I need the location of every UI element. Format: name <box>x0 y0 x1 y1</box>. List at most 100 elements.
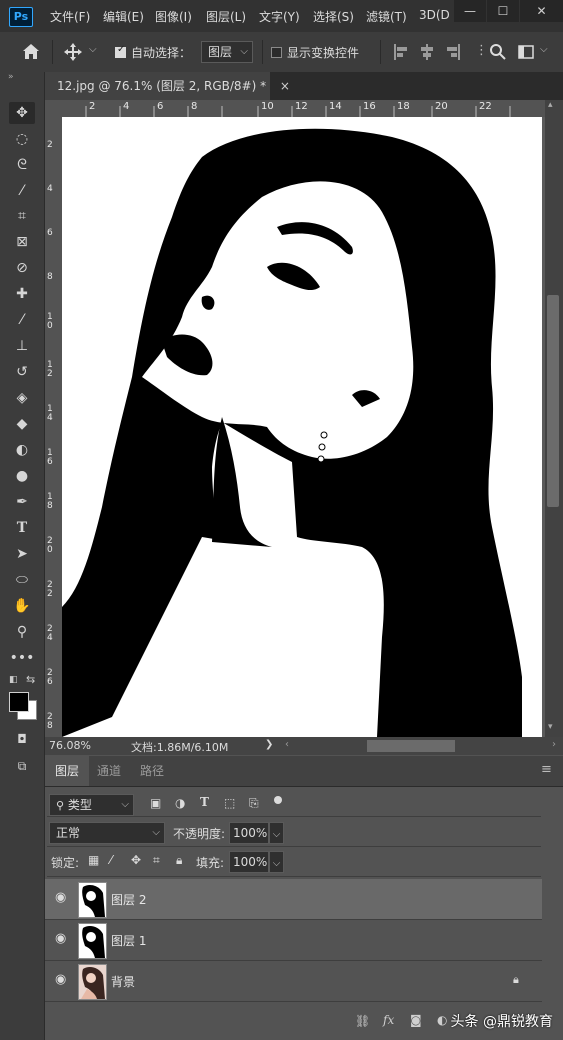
magic-wand-icon[interactable]: ⁄ <box>9 180 35 202</box>
healing-brush-icon[interactable]: ✚ <box>9 283 35 305</box>
swap-colors-icon[interactable]: ⇆ <box>26 673 35 686</box>
home-icon[interactable] <box>22 43 40 60</box>
more-options-icon[interactable]: ⋮ <box>475 43 488 58</box>
lock-all-icon[interactable]: 🔒︎ <box>176 853 182 868</box>
filter-toggle-icon[interactable] <box>274 796 282 804</box>
maximize-button[interactable]: ☐ <box>487 0 519 22</box>
menu-type[interactable]: 文字(Y) <box>259 8 300 25</box>
document-canvas[interactable] <box>62 117 542 737</box>
scroll-down-icon[interactable]: ▾ <box>548 722 553 732</box>
workspace-icon[interactable] <box>518 45 534 59</box>
close-button[interactable]: ✕ <box>520 0 563 22</box>
menu-filter[interactable]: 滤镜(T) <box>366 8 407 25</box>
align-right-icon[interactable] <box>446 44 460 60</box>
crop-tool-icon[interactable]: ⌗ <box>9 205 35 227</box>
visibility-eye-icon[interactable]: ◉ <box>55 891 71 905</box>
path-selection-icon[interactable]: ➤ <box>9 543 35 565</box>
layer-row[interactable]: ◉ 背景 🔒︎ <box>45 961 542 1002</box>
filter-shape-icon[interactable]: ⬚ <box>224 796 235 810</box>
stamp-tool-icon[interactable]: ⊥ <box>9 335 35 357</box>
eraser-tool-icon[interactable]: ◈ <box>9 387 35 409</box>
tab-channels[interactable]: 通道 <box>87 756 131 786</box>
chevron-down-icon: ⌵ <box>272 829 281 840</box>
lasso-tool-icon[interactable]: ᘓ <box>9 154 35 176</box>
pen-tool-icon[interactable]: ✒ <box>9 491 35 513</box>
eyedropper-icon[interactable]: ⊘ <box>9 257 35 279</box>
collapse-icon[interactable]: » <box>8 72 14 82</box>
align-center-icon[interactable] <box>420 44 434 60</box>
filter-smart-object-icon[interactable]: ⎘ <box>249 796 259 811</box>
filter-pixel-icon[interactable]: ▣ <box>150 796 161 810</box>
fill-dropdown[interactable]: ⌵ <box>269 851 284 873</box>
blur-tool-icon[interactable]: ◐ <box>9 439 35 461</box>
brush-tool-icon[interactable]: ⁄ <box>9 309 35 331</box>
type-tool-icon[interactable]: T <box>9 517 35 539</box>
default-colors-icon[interactable]: ◧ <box>9 675 18 685</box>
show-transform-checkbox[interactable] <box>271 47 282 58</box>
history-brush-icon[interactable]: ↺ <box>9 361 35 383</box>
blend-mode-dropdown[interactable]: 正常 ⌵ <box>49 822 165 844</box>
layer-name[interactable]: 图层 2 <box>111 891 146 908</box>
align-left-icon[interactable] <box>394 44 408 60</box>
tab-paths[interactable]: 路径 <box>130 756 174 786</box>
move-tool-icon[interactable]: ✥ <box>9 102 35 124</box>
menu-edit[interactable]: 编辑(E) <box>103 8 144 25</box>
ellipse-tool-icon[interactable]: ⬭ <box>9 569 35 591</box>
filter-type-icon[interactable]: T <box>200 795 209 809</box>
layer-row[interactable]: ◉ 图层 2 <box>45 879 542 920</box>
link-icon[interactable]: ⛓ <box>355 1014 370 1028</box>
more-tools-icon[interactable]: ••• <box>9 647 35 669</box>
opacity-dropdown[interactable]: ⌵ <box>269 822 284 844</box>
layer-name[interactable]: 图层 1 <box>111 932 146 949</box>
minimize-button[interactable]: — <box>454 0 486 22</box>
visibility-eye-icon[interactable]: ◉ <box>55 932 71 946</box>
screen-mode-icon[interactable]: ⧉ <box>9 755 35 777</box>
mask-icon[interactable]: ◙ <box>410 1013 422 1027</box>
quick-mask-icon[interactable]: ◘ <box>9 728 35 750</box>
chevron-down-icon[interactable]: ⌵ <box>540 44 548 55</box>
menu-select[interactable]: 选择(S) <box>313 8 354 25</box>
opacity-input[interactable]: 100% <box>229 822 269 844</box>
horizontal-scrollbar-thumb[interactable] <box>367 740 455 752</box>
menu-file[interactable]: 文件(F) <box>50 8 90 25</box>
zoom-tool-icon[interactable]: ⚲ <box>9 621 35 643</box>
layer-row[interactable]: ◉ 图层 1 <box>45 920 542 961</box>
paint-bucket-icon[interactable]: ◆ <box>9 413 35 435</box>
fill-input[interactable]: 100% <box>229 851 269 873</box>
lock-artboard-icon[interactable]: ⌗ <box>153 853 160 868</box>
menu-3d[interactable]: 3D(D <box>419 8 450 22</box>
dodge-tool-icon[interactable]: ● <box>9 465 35 487</box>
frame-tool-icon[interactable]: ⊠ <box>9 231 35 253</box>
auto-select-checkbox[interactable] <box>115 44 126 58</box>
lock-transparency-icon[interactable]: ▦ <box>88 853 99 867</box>
filter-adjustment-icon[interactable]: ◑ <box>175 796 185 810</box>
close-tab-icon[interactable]: × <box>280 79 290 93</box>
auto-select-label: 自动选择： <box>131 46 192 60</box>
lock-position-icon[interactable]: ✥ <box>131 853 141 867</box>
vertical-scrollbar-thumb[interactable] <box>547 295 559 507</box>
marquee-tool-icon[interactable]: ◌ <box>9 128 35 150</box>
hand-tool-icon[interactable]: ✋ <box>9 595 35 617</box>
fill-label: 填充: <box>196 856 225 870</box>
visibility-eye-icon[interactable]: ◉ <box>55 973 71 987</box>
fx-icon[interactable]: fx <box>383 1013 394 1027</box>
adjustment-icon[interactable]: ◐ <box>437 1013 447 1027</box>
chevron-down-icon[interactable]: ⌵ <box>89 44 97 55</box>
lock-pixels-icon[interactable]: ⁄ <box>110 853 112 867</box>
zoom-level[interactable]: 76.08% <box>49 739 91 752</box>
layer-name[interactable]: 背景 <box>111 973 135 990</box>
panel-menu-icon[interactable]: ≡ <box>541 762 552 777</box>
foreground-color-swatch[interactable] <box>9 692 29 712</box>
move-tool-icon[interactable] <box>64 43 82 61</box>
scroll-right-icon[interactable]: › <box>552 739 556 750</box>
tab-layers[interactable]: 图层 <box>45 756 90 786</box>
auto-select-target-dropdown[interactable]: 图层 ⌵ <box>201 41 253 63</box>
status-arrow-icon[interactable]: ❯ <box>265 739 273 750</box>
menu-image[interactable]: 图像(I) <box>155 8 192 25</box>
scroll-up-icon[interactable]: ▴ <box>548 100 553 110</box>
search-icon[interactable] <box>490 44 506 60</box>
document-tab[interactable]: 12.jpg @ 76.1% (图层 2, RGB/8#) * × <box>45 72 290 100</box>
layer-filter-dropdown[interactable]: ⚲ 类型 ⌵ <box>49 794 134 816</box>
menu-layer[interactable]: 图层(L) <box>206 8 246 25</box>
scroll-left-icon[interactable]: ‹ <box>285 739 289 750</box>
